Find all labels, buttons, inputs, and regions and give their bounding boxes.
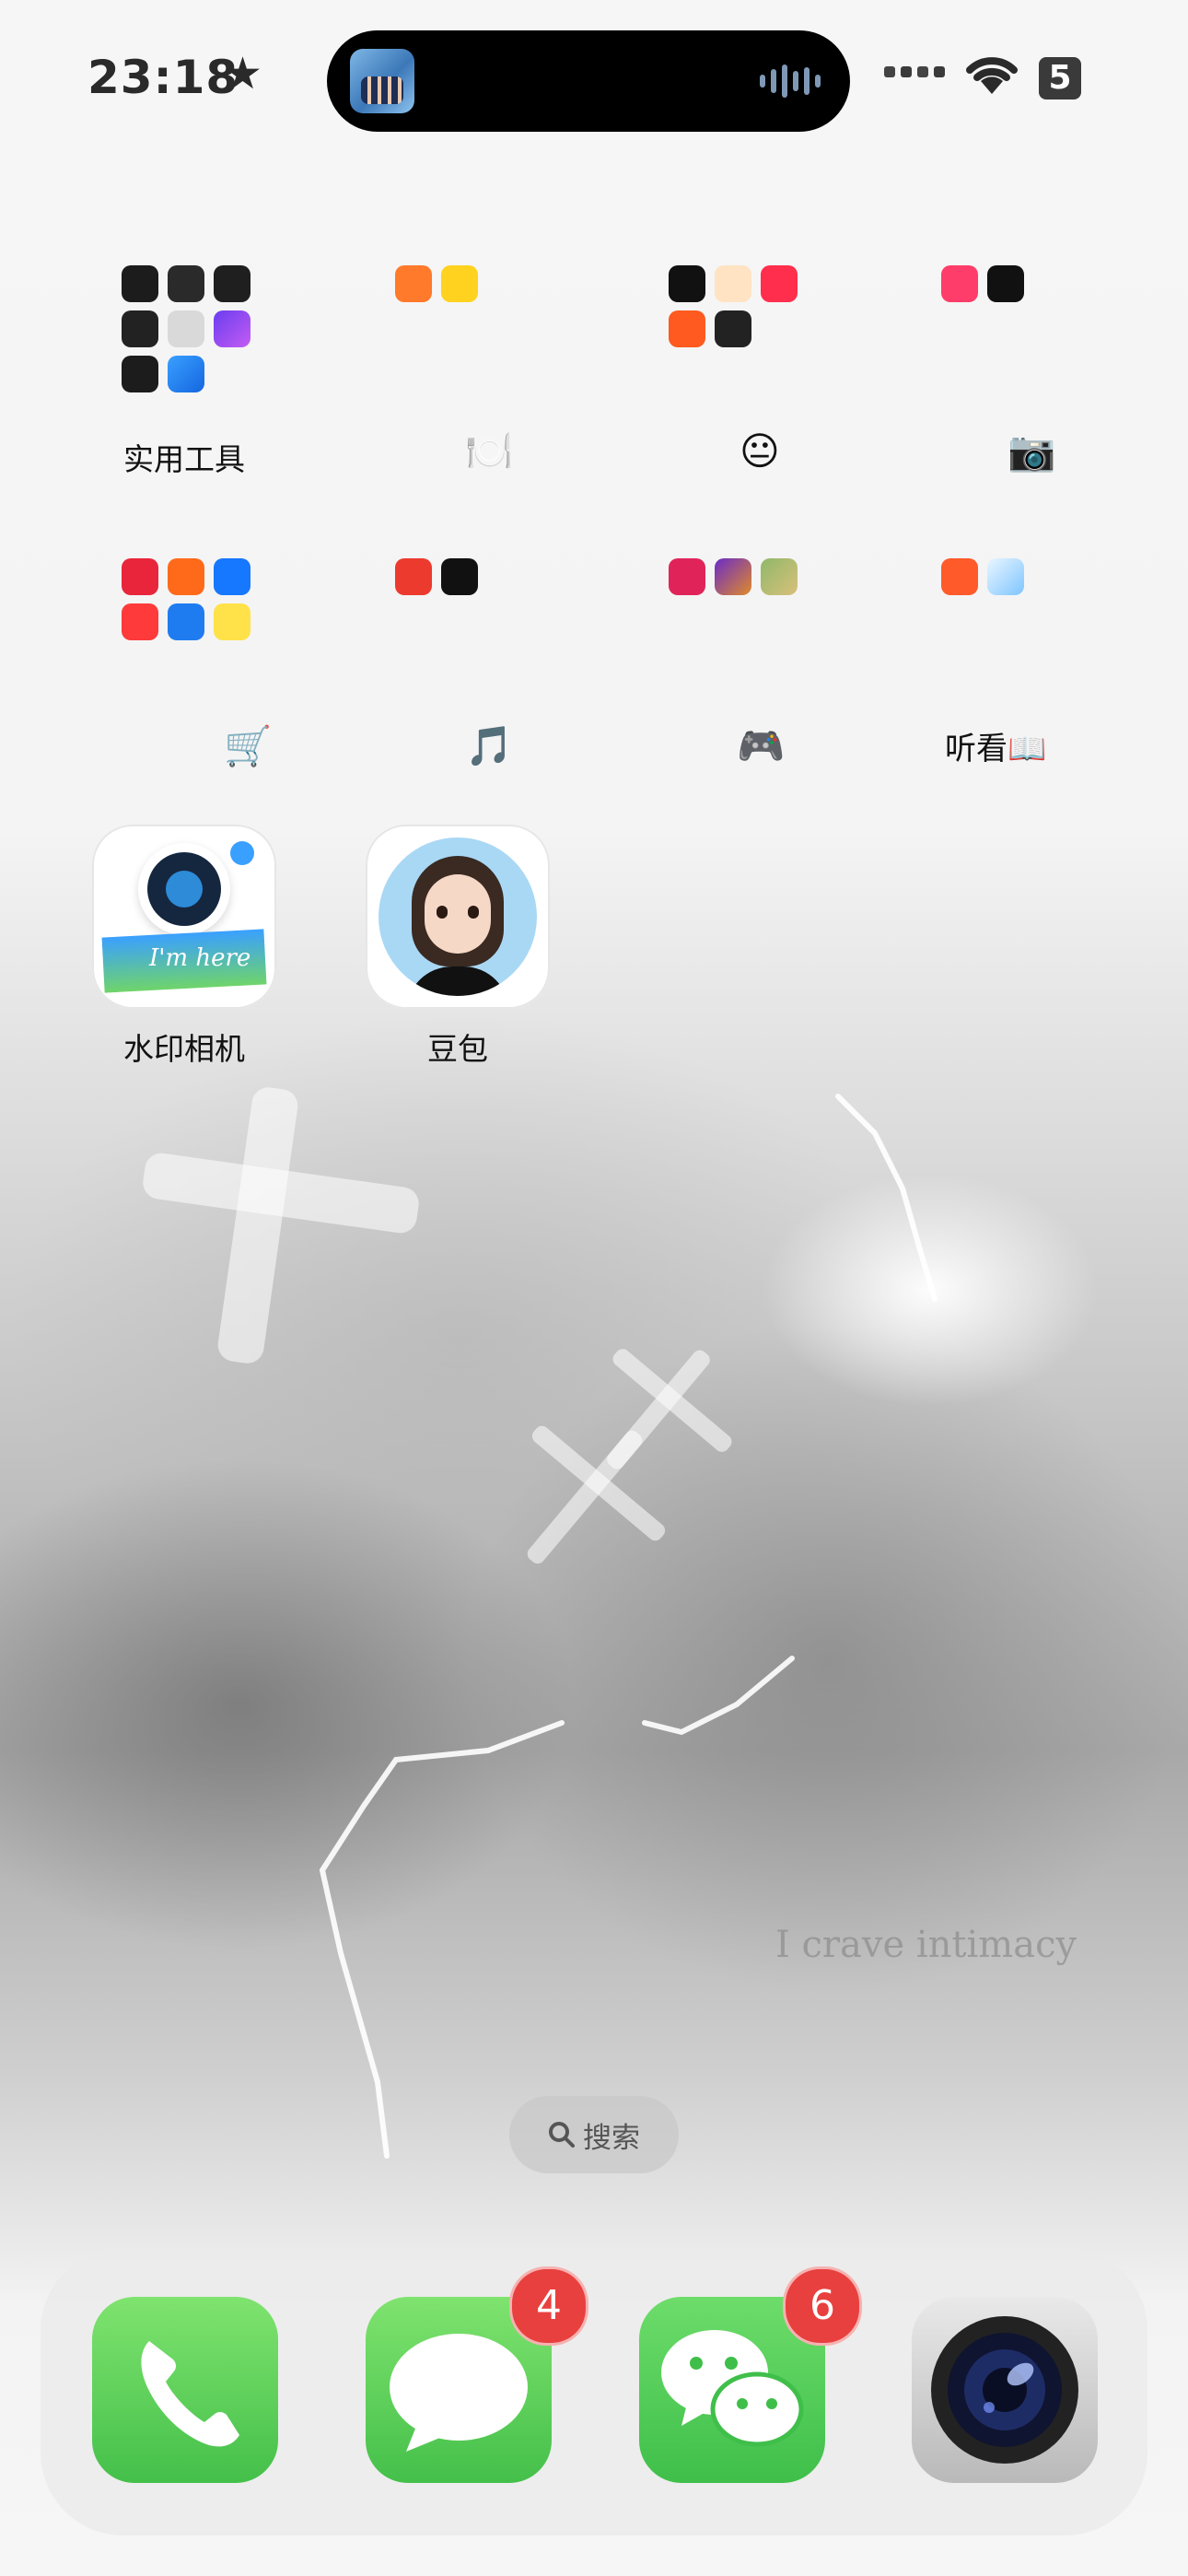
qidian-icon xyxy=(941,558,978,595)
folder-label-food: 🍽️ xyxy=(465,428,514,474)
app-store-widgets-icon xyxy=(168,356,204,392)
app-name-doubao: 豆包 xyxy=(427,1031,488,1067)
meituan-icon xyxy=(441,265,478,302)
cellular-signal-icon xyxy=(884,66,945,77)
watermark-camera-app[interactable]: I'm here xyxy=(92,825,276,1009)
qq-music-icon xyxy=(441,558,478,595)
focus-star-icon: ★ xyxy=(223,48,263,100)
messages-badge: 4 xyxy=(509,2266,588,2346)
alipay-icon xyxy=(214,558,250,595)
calendar-grid-icon xyxy=(214,265,250,302)
folder-music[interactable] xyxy=(366,542,550,726)
shortcuts-icon xyxy=(214,310,250,347)
folder-social[interactable] xyxy=(639,249,823,433)
jd-icon xyxy=(122,603,158,640)
camera-icon xyxy=(931,2316,1078,2464)
folder-reading[interactable] xyxy=(912,542,1096,726)
dock-camera[interactable] xyxy=(912,2297,1098,2483)
audio-wave-icon xyxy=(760,64,824,98)
voice-memo-icon xyxy=(122,265,158,302)
taobao-shangou-icon xyxy=(395,265,432,302)
weibo-icon xyxy=(715,265,751,302)
folder-games[interactable] xyxy=(639,542,823,726)
folder-food[interactable] xyxy=(366,249,550,433)
battery-indicator: 5 xyxy=(1039,57,1081,100)
wallet-keys-icon xyxy=(122,356,158,392)
folder-label-utilities: 实用工具 xyxy=(123,441,245,477)
folder-label-camera: 📷 xyxy=(1007,428,1056,474)
app-name-watermark-camera: 水印相机 xyxy=(123,1031,245,1067)
game-2-icon xyxy=(715,558,751,595)
search-label: 搜索 xyxy=(583,2121,640,2155)
pinduoduo-icon xyxy=(122,558,158,595)
folder-utilities[interactable] xyxy=(92,249,276,433)
folder-label-reading: 听看📖 xyxy=(945,731,1047,767)
bilibili-dark-icon xyxy=(715,310,751,347)
browser-icon xyxy=(987,558,1024,595)
game-3-icon xyxy=(761,558,798,595)
folder-shopping[interactable] xyxy=(92,542,276,726)
doubao-app[interactable] xyxy=(366,825,550,1009)
qq-shop-icon xyxy=(168,603,204,640)
phone-icon xyxy=(141,2341,239,2447)
doubao-icon xyxy=(379,837,537,996)
wallpaper-caption: I crave intimacy xyxy=(775,1924,1077,1966)
dock-phone[interactable] xyxy=(92,2297,278,2483)
watermark-camera-icon: I'm here xyxy=(92,825,276,1009)
search-icon xyxy=(549,2122,575,2148)
stopwatch-icon xyxy=(168,265,204,302)
game-1-icon xyxy=(669,558,705,595)
clock[interactable]: 23:18 xyxy=(87,51,239,104)
beauty-cam-icon xyxy=(987,265,1024,302)
calculator-icon xyxy=(168,310,204,347)
folder-camera[interactable] xyxy=(912,249,1096,433)
wifi-icon xyxy=(966,57,1018,94)
netease-music-icon xyxy=(395,558,432,595)
xiaohongshu-icon xyxy=(761,265,798,302)
xianyu-icon xyxy=(214,603,250,640)
tiktok-icon xyxy=(669,265,705,302)
now-playing-artwork xyxy=(350,49,414,113)
meitu-icon xyxy=(941,265,978,302)
folder-label-games: 🎮 xyxy=(737,723,786,768)
kuaishou-icon xyxy=(669,310,705,347)
status-bar: 23:18 ★ 5 xyxy=(0,0,1188,161)
watermark-camera-sticker-text: I'm here xyxy=(149,944,251,972)
folder-label-music: 🎵 xyxy=(465,723,514,768)
wechat-badge: 6 xyxy=(783,2266,862,2346)
dynamic-island[interactable] xyxy=(327,30,850,132)
folder-label-social: 😐 xyxy=(740,428,780,474)
folder-label-shopping: 🛒 xyxy=(224,723,273,768)
spotlight-search-button[interactable]: 搜索 xyxy=(509,2096,679,2173)
taobao-icon xyxy=(168,558,204,595)
magnifier-icon xyxy=(122,310,158,347)
